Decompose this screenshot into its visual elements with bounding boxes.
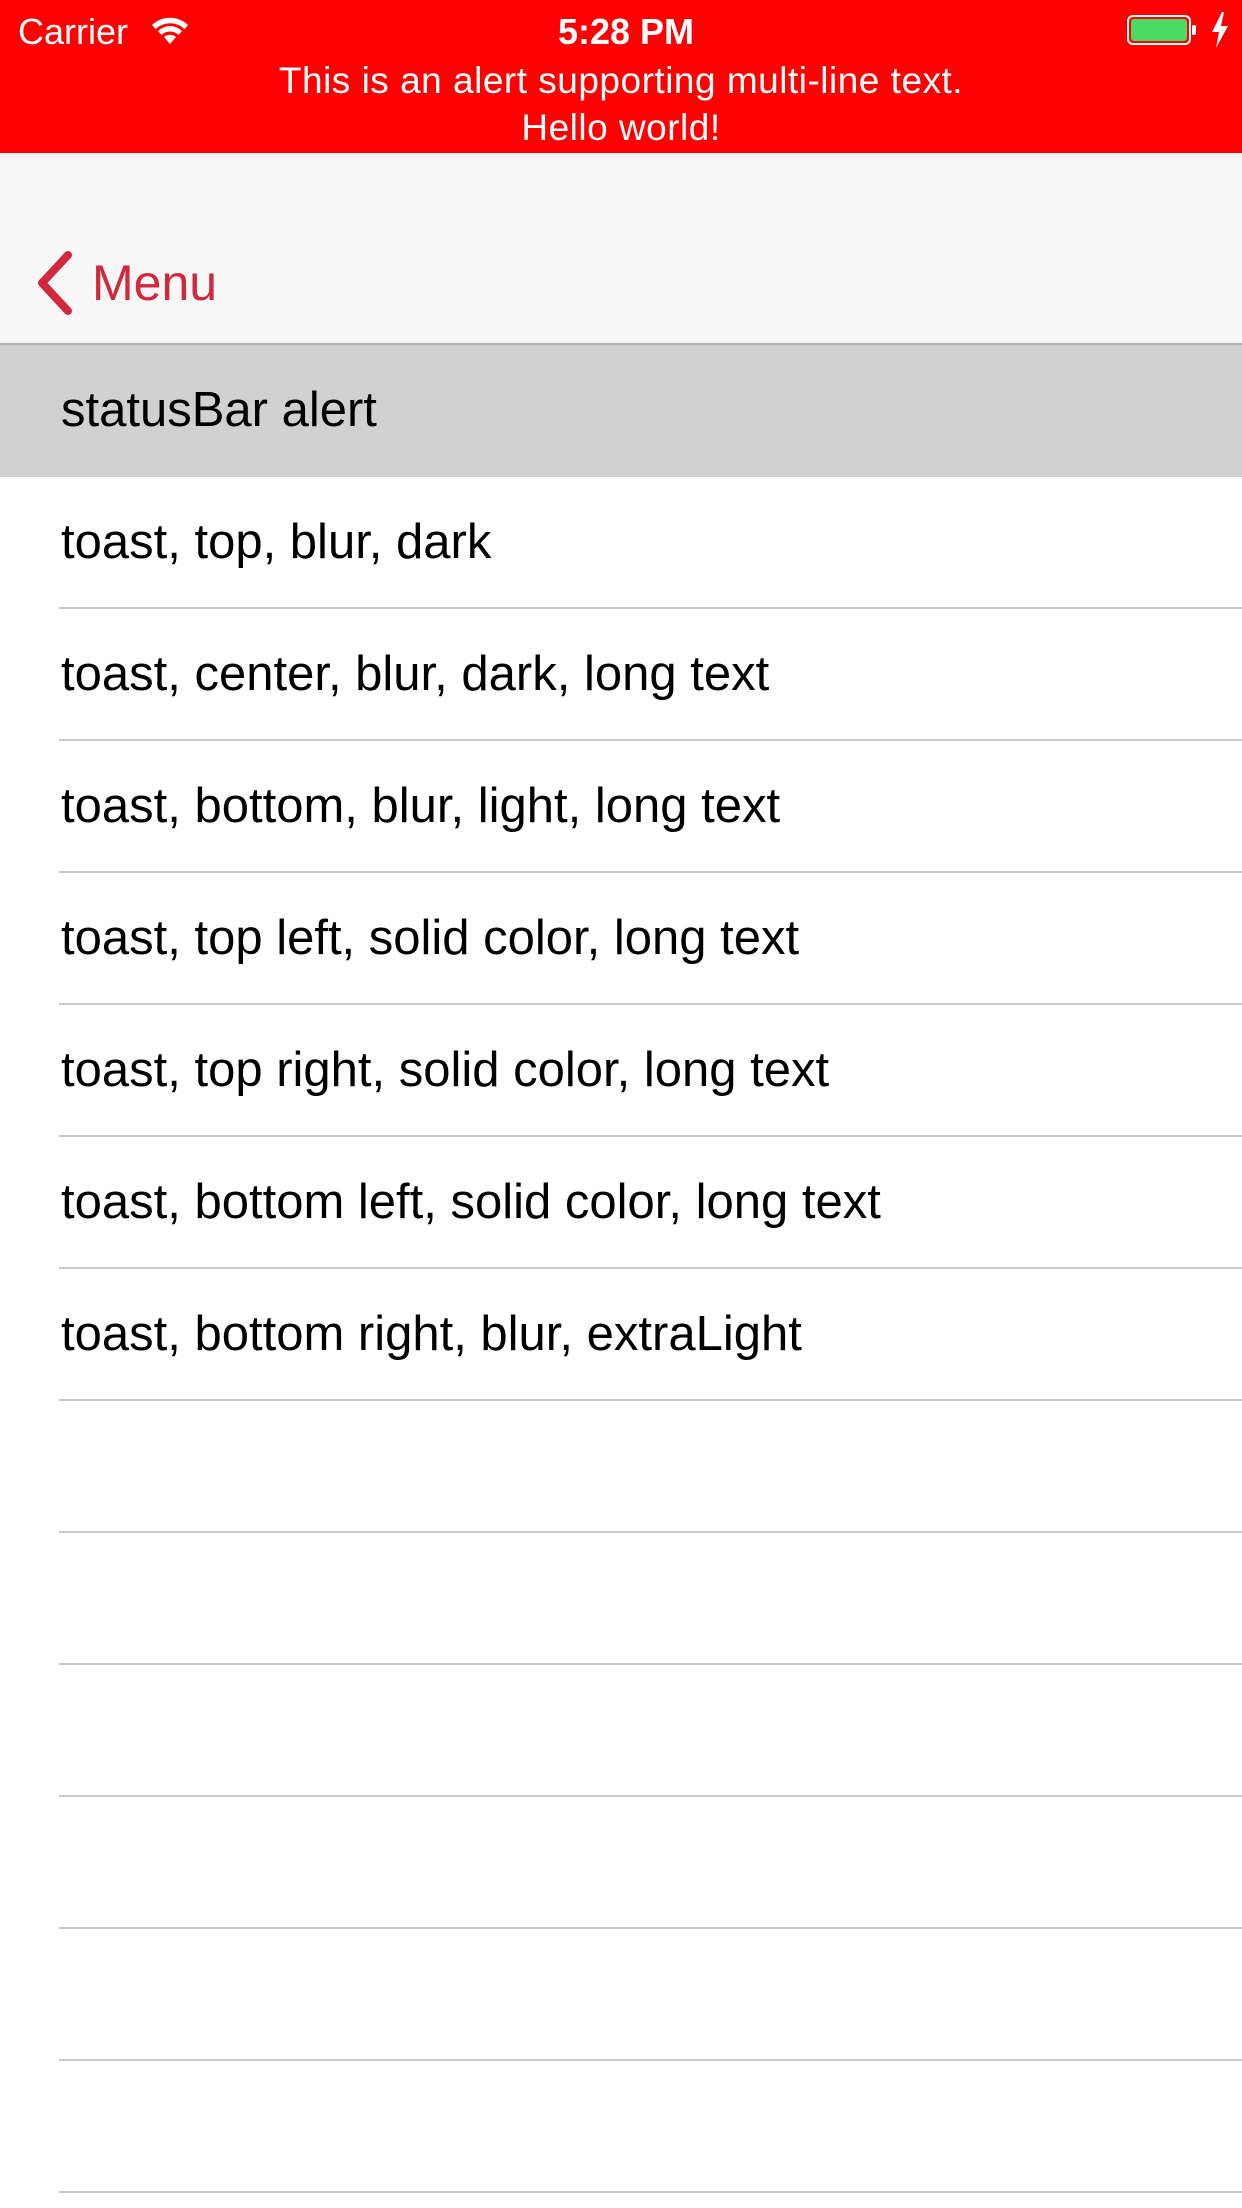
table-row[interactable]: toast, top right, solid color, long text <box>0 1005 1242 1137</box>
table-row[interactable]: toast, bottom left, solid color, long te… <box>0 1137 1242 1269</box>
empty-table-row <box>0 1533 1242 1665</box>
menu-table: statusBar alert toast, top, blur, dark toa… <box>0 345 1242 2193</box>
statusbar-alert-banner[interactable]: Carrier 5:28 PM This is an alert support… <box>0 0 1242 153</box>
table-row[interactable]: toast, bottom, blur, light, long text <box>0 741 1242 873</box>
table-row-label: statusBar alert <box>61 383 377 437</box>
table-row-label: toast, center, blur, dark, long text <box>61 647 770 701</box>
table-row-label: toast, top right, solid color, long text <box>61 1043 830 1097</box>
status-time: 5:28 PM <box>557 11 695 52</box>
table-row[interactable]: toast, top left, solid color, long text <box>0 873 1242 1005</box>
table-row[interactable]: toast, top, blur, dark <box>0 477 1242 609</box>
table-row[interactable]: toast, center, blur, dark, long text <box>0 609 1242 741</box>
table-row[interactable]: statusBar alert <box>0 345 1242 477</box>
alert-message: This is an alert supporting multi-line t… <box>0 57 1242 151</box>
empty-table-row <box>0 2061 1242 2193</box>
table-row-label: toast, top, blur, dark <box>61 515 492 569</box>
table-row-label: toast, bottom left, solid color, long te… <box>61 1175 881 1229</box>
charging-bolt-icon <box>1212 12 1228 48</box>
alert-line-1: This is an alert supporting multi-line t… <box>278 60 964 101</box>
row-separator <box>59 2191 1242 2193</box>
table-row-label: toast, top left, solid color, long text <box>61 911 800 965</box>
table-row-label: toast, bottom right, blur, extraLight <box>61 1307 802 1361</box>
empty-table-row <box>0 1929 1242 2061</box>
table-row[interactable]: toast, bottom right, blur, extraLight <box>0 1269 1242 1401</box>
empty-table-row <box>0 1401 1242 1533</box>
empty-table-row <box>0 1665 1242 1797</box>
back-button-label: Menu <box>92 255 218 311</box>
table-row-label: toast, bottom, blur, light, long text <box>61 779 781 833</box>
empty-table-row <box>0 1797 1242 1929</box>
back-button[interactable]: Menu <box>34 243 217 323</box>
battery-icon <box>1127 15 1196 45</box>
navigation-bar: Menu <box>0 153 1242 345</box>
alert-line-2: Hello world! <box>521 107 721 148</box>
chevron-left-icon <box>38 251 72 315</box>
